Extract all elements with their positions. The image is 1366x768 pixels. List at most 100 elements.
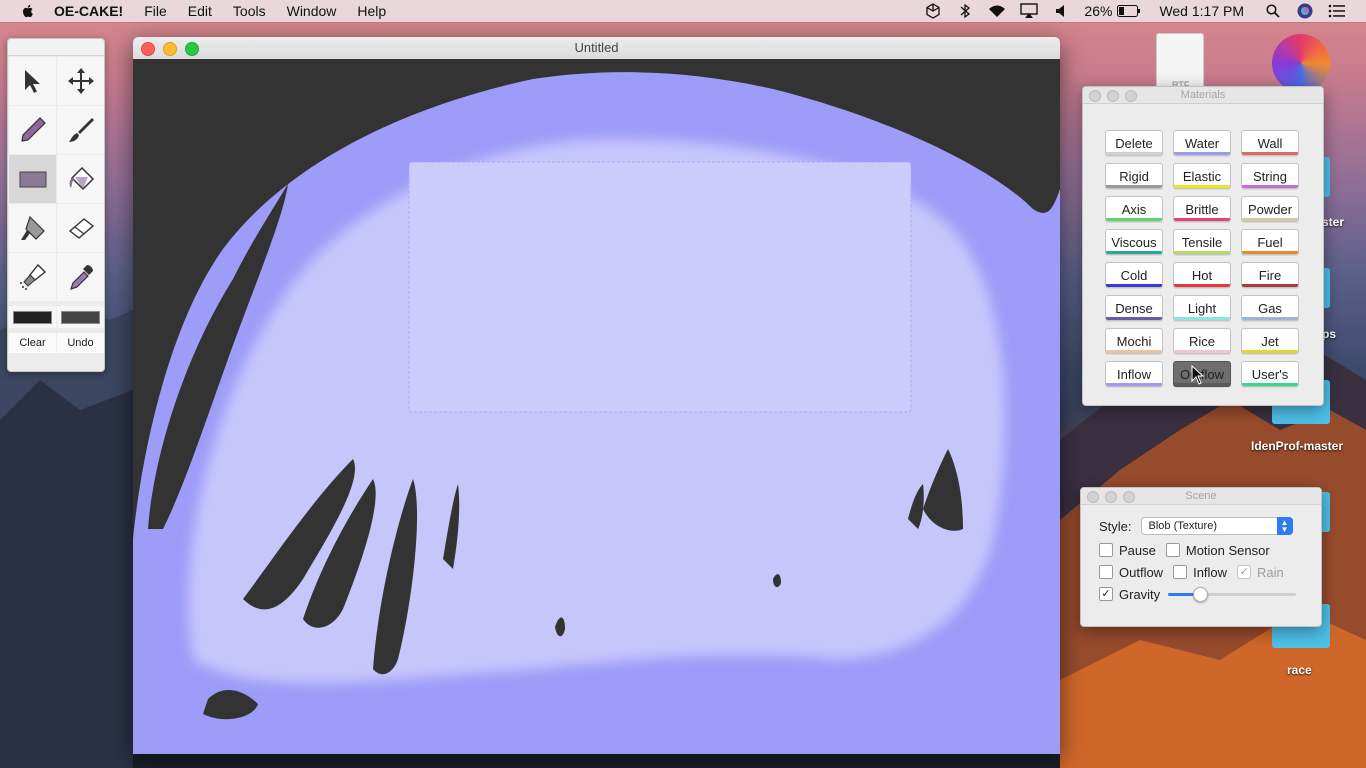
material-button-tensile[interactable]: Tensile [1173,229,1231,255]
material-color-bar [1106,218,1162,221]
material-button-viscous[interactable]: Viscous [1105,229,1163,255]
volume-icon[interactable] [1052,3,1070,19]
material-button-elastic[interactable]: Elastic [1173,163,1231,189]
apple-menu-icon[interactable] [20,3,36,19]
panel-zoom-button[interactable] [1125,90,1137,102]
motion-sensor-checkbox[interactable]: Motion Sensor [1165,543,1270,558]
material-button-mochi[interactable]: Mochi [1105,328,1163,354]
desktop-label[interactable]: IdenProf-master [1251,439,1343,453]
material-button-water[interactable]: Water [1173,130,1231,156]
desktop-label[interactable]: ster [1322,215,1344,229]
window-close-button[interactable] [141,42,155,56]
material-button-axis[interactable]: Axis [1105,196,1163,222]
menu-tools[interactable]: Tools [233,3,266,19]
material-color-bar [1174,185,1230,188]
app-name-menu[interactable]: OE-CAKE! [54,3,123,19]
pencil-icon [20,117,46,142]
material-button-inflow[interactable]: Inflow [1105,361,1163,387]
material-button-powder[interactable]: Powder [1241,196,1299,222]
material-button-rice[interactable]: Rice [1173,328,1231,354]
fluid-simulation [133,59,1060,754]
undo-button[interactable]: Undo [57,333,104,353]
menu-window[interactable]: Window [287,3,337,19]
material-button-gas[interactable]: Gas [1241,295,1299,321]
gravity-checkbox[interactable]: ✓ Gravity [1099,587,1160,602]
style-select[interactable]: Blob (Texture) ▲ ▼ [1140,517,1293,535]
pencil-tool[interactable] [9,106,56,154]
material-button-string[interactable]: String [1241,163,1299,189]
material-button-hot[interactable]: Hot [1173,262,1231,288]
material-button-cold[interactable]: Cold [1105,262,1163,288]
materials-panel-titlebar[interactable]: Materials [1083,87,1323,104]
siri-icon[interactable] [1296,3,1314,19]
panel-close-button[interactable] [1087,491,1099,503]
primary-color-well[interactable] [9,306,56,328]
material-color-bar [1174,284,1230,287]
desktop-label[interactable]: race [1287,663,1312,677]
bluetooth-icon[interactable] [956,3,974,19]
window-minimize-button[interactable] [163,42,177,56]
material-button-wall[interactable]: Wall [1241,130,1299,156]
menu-help[interactable]: Help [357,3,386,19]
tool-palette-titlebar[interactable] [8,39,104,56]
dropbox-icon[interactable] [924,3,942,19]
battery-icon[interactable] [1117,3,1141,19]
brush-tool[interactable] [57,106,104,154]
pause-checkbox[interactable]: Pause [1099,543,1156,558]
material-button-fire[interactable]: Fire [1241,262,1299,288]
rain-checkbox[interactable]: ✓ Rain [1237,565,1284,580]
rectangle-tool[interactable] [9,155,56,203]
menu-edit[interactable]: Edit [188,3,212,19]
cutter-tool[interactable] [9,204,56,252]
menu-file[interactable]: File [144,3,167,19]
flashlight-icon [19,263,46,290]
notification-center-icon[interactable] [1328,3,1346,19]
inflow-checkbox[interactable]: Inflow [1173,565,1227,580]
clear-button[interactable]: Clear [9,333,56,353]
material-color-bar [1174,218,1230,221]
dropper-tool[interactable] [57,253,104,301]
fill-tool[interactable] [57,155,104,203]
scene-panel-titlebar[interactable]: Scene [1081,488,1321,505]
panel-zoom-button[interactable] [1123,491,1135,503]
paintbrush-icon [68,118,94,142]
material-button-jet[interactable]: Jet [1241,328,1299,354]
material-button-light[interactable]: Light [1173,295,1231,321]
material-color-bar [1242,152,1298,155]
material-button-users[interactable]: User's [1241,361,1299,387]
airplay-icon[interactable] [1020,3,1039,19]
paint-bucket-icon [69,166,94,191]
gravity-slider[interactable] [1168,587,1297,602]
desktop-app-icon[interactable] [1272,34,1330,92]
material-button-delete[interactable]: Delete [1105,130,1163,156]
panel-minimize-button[interactable] [1107,90,1119,102]
slider-knob[interactable] [1193,587,1209,602]
simulation-canvas[interactable] [133,59,1060,754]
menubar: OE-CAKE! File Edit Tools Window Help 26%… [0,0,1366,22]
panel-minimize-button[interactable] [1105,491,1117,503]
material-button-brittle[interactable]: Brittle [1173,196,1231,222]
move-tool[interactable] [57,57,104,105]
material-label: Wall [1257,135,1283,151]
material-button-fuel[interactable]: Fuel [1241,229,1299,255]
outflow-checkbox[interactable]: Outflow [1099,565,1163,580]
material-label: String [1253,168,1287,184]
spray-tool[interactable] [9,253,56,301]
window-zoom-button[interactable] [185,42,199,56]
wifi-icon[interactable] [988,3,1006,19]
material-button-rigid[interactable]: Rigid [1105,163,1163,189]
menubar-clock[interactable]: Wed 1:17 PM [1159,3,1244,19]
material-label: Elastic [1182,168,1222,184]
material-color-bar [1242,251,1298,254]
eraser-tool[interactable] [57,204,104,252]
window-titlebar[interactable]: Untitled [133,37,1060,60]
rectangle-icon [19,171,46,188]
spotlight-search-icon[interactable] [1264,3,1282,19]
material-button-dense[interactable]: Dense [1105,295,1163,321]
secondary-color-swatch [61,310,100,324]
checkbox-label: Gravity [1119,586,1161,602]
desktop-label[interactable]: ps [1322,327,1336,341]
select-tool[interactable] [9,57,56,105]
panel-close-button[interactable] [1089,90,1101,102]
secondary-color-well[interactable] [57,306,104,328]
